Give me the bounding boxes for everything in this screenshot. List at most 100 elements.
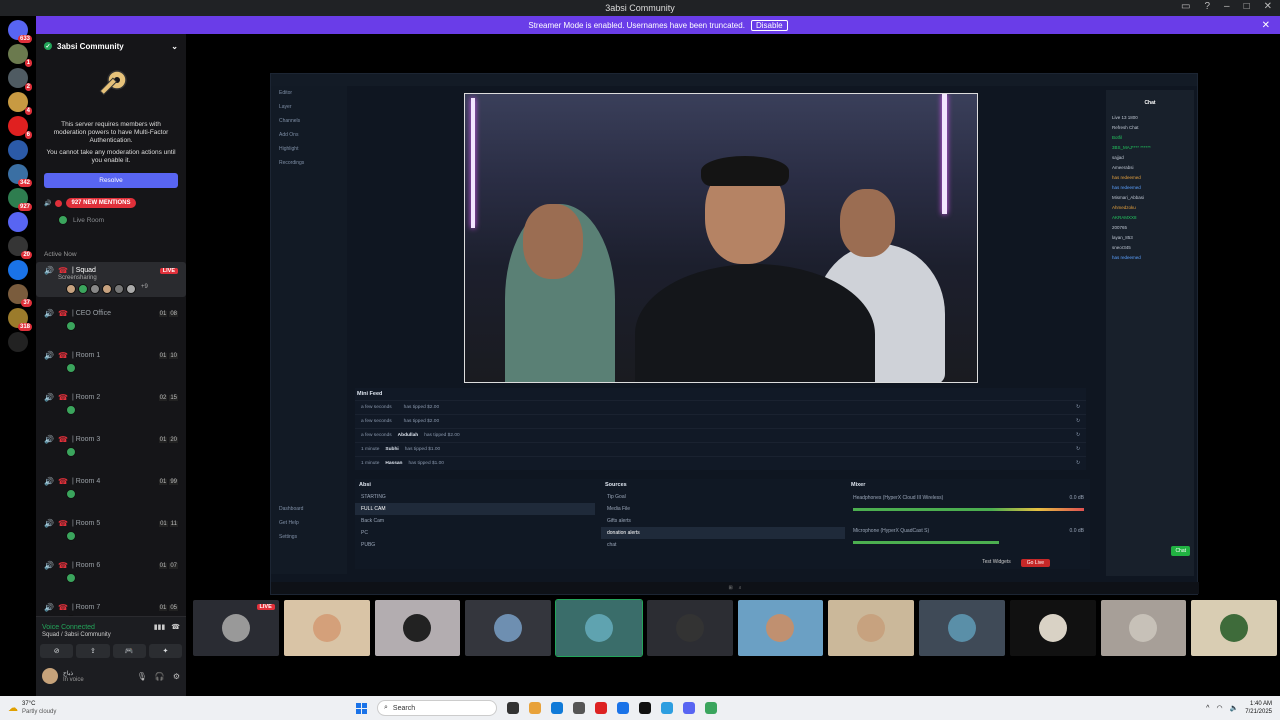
replay-icon[interactable]: ↻ — [1076, 433, 1080, 438]
disconnect-icon[interactable]: ☎ — [171, 623, 180, 631]
scene-item[interactable]: PUBG — [355, 539, 595, 551]
obs-menu-item[interactable]: Channels — [271, 114, 347, 128]
new-mentions-pill[interactable]: 927 NEW MENTIONS — [66, 198, 136, 208]
server-icon[interactable]: 6 — [8, 116, 32, 139]
task-view-icon[interactable] — [507, 702, 519, 714]
discord-icon[interactable] — [683, 702, 695, 714]
obs-menu-item[interactable]: Recordings — [271, 156, 347, 170]
server-icon[interactable]: 342 — [8, 164, 32, 187]
server-icon[interactable]: 37 — [8, 284, 32, 307]
obs-menu-item[interactable]: Add Ons — [271, 128, 347, 142]
source-item[interactable]: donation alerts — [601, 527, 845, 539]
scene-item[interactable]: FULL CAM — [355, 503, 595, 515]
participant-tile[interactable] — [283, 600, 370, 656]
close-window-icon[interactable]: ✕ — [1264, 1, 1272, 12]
source-item[interactable]: chat — [601, 539, 845, 551]
voice-channel[interactable]: 🔊 ☎ | Room 1 01 10 — [36, 347, 186, 376]
clock[interactable]: 1:40 AM 7/21/2025 — [1245, 700, 1272, 716]
replay-icon[interactable]: ↻ — [1076, 405, 1080, 410]
avatar[interactable] — [66, 363, 76, 373]
chat-send-button[interactable]: Chat — [1171, 546, 1190, 556]
avatar[interactable] — [102, 284, 112, 294]
voice-channel[interactable]: 🔊 ☎ | Room 2 02 15 — [36, 389, 186, 418]
taskbar-search[interactable]: ⌕ Search — [377, 700, 497, 716]
activity-button[interactable]: 🎮 — [112, 644, 146, 658]
participant-tile[interactable]: LIVE — [193, 600, 279, 656]
avatar[interactable] — [42, 668, 58, 684]
obs-get-help[interactable]: Get Help — [271, 516, 311, 530]
server-icon[interactable]: 20 — [8, 236, 32, 259]
replay-icon[interactable]: ↻ — [1076, 461, 1080, 466]
avatar[interactable] — [66, 405, 76, 415]
maximize-icon[interactable]: □ — [1244, 1, 1250, 12]
participant-tile[interactable] — [919, 600, 1005, 656]
participant-tile[interactable] — [555, 599, 643, 657]
participant-tile[interactable] — [646, 600, 733, 656]
voice-channel[interactable]: 🔊 ☎ | Room 5 01 11 — [36, 515, 186, 544]
obs-menu-item[interactable]: Editor — [271, 86, 347, 100]
scene-item[interactable]: PC — [355, 527, 595, 539]
replay-icon[interactable]: ↻ — [1076, 447, 1080, 452]
edge-icon[interactable] — [551, 702, 563, 714]
obs-menu-item[interactable]: Highlight — [271, 142, 347, 156]
voice-channel[interactable]: 🔊 ☎ | Room 3 01 20 — [36, 431, 186, 460]
tiktok-icon[interactable] — [639, 702, 651, 714]
server-icon[interactable]: 318 — [8, 308, 32, 331]
soundboard-button[interactable]: ✦ — [148, 644, 182, 658]
avatar[interactable] — [66, 531, 76, 541]
server-icon[interactable] — [8, 260, 28, 280]
replay-icon[interactable]: ↻ — [1076, 419, 1080, 424]
server-icon[interactable]: 2 — [8, 68, 32, 91]
avatar[interactable] — [66, 321, 76, 331]
signal-icon[interactable]: ▮▮▮ — [154, 623, 166, 631]
participant-tile[interactable] — [1100, 600, 1187, 656]
participant-tile[interactable] — [737, 600, 824, 656]
source-item[interactable]: Media File — [601, 503, 845, 515]
obs-settings[interactable]: Settings — [271, 530, 311, 544]
headphones-icon[interactable]: 🎧 — [155, 672, 165, 681]
close-banner-icon[interactable]: ✕ — [1262, 20, 1270, 31]
go-live-button[interactable]: Go Live — [1020, 559, 1050, 567]
participant-tile[interactable] — [828, 600, 914, 656]
chevron-down-icon[interactable]: ⌄ — [171, 42, 178, 51]
avatar[interactable] — [66, 489, 76, 499]
server-icon[interactable] — [8, 332, 28, 352]
voice-channel[interactable]: 🔊 ☎ | CEO Office 01 08 — [36, 305, 186, 334]
gear-icon[interactable]: ⚙ — [173, 672, 180, 681]
avatar[interactable] — [66, 447, 76, 457]
source-item[interactable]: Gifts alerts — [601, 515, 845, 527]
disable-streamer-mode-button[interactable]: Disable — [750, 19, 788, 31]
help-icon[interactable]: ? — [1204, 1, 1210, 12]
screenshare-button[interactable]: ⇪ — [76, 644, 110, 658]
server-icon[interactable] — [8, 212, 28, 232]
file-explorer-icon[interactable] — [529, 702, 541, 714]
weather-widget[interactable]: ☁ 37°C Partly cloudy — [0, 700, 180, 716]
participant-tile[interactable] — [465, 600, 551, 656]
avatar[interactable] — [66, 284, 76, 294]
app-icon[interactable] — [705, 702, 717, 714]
scene-item[interactable]: Back Cam — [355, 515, 595, 527]
start-icon[interactable] — [356, 702, 367, 714]
volume-meter[interactable] — [853, 541, 999, 544]
avatar[interactable] — [114, 284, 124, 294]
chrome-icon[interactable] — [661, 702, 673, 714]
server-icon[interactable]: 633 — [8, 20, 32, 43]
avatar[interactable] — [78, 284, 88, 294]
voice-channel[interactable]: 🔊 ☎ | Squad LIVE Screensharing +9 — [36, 262, 186, 297]
server-icon[interactable]: 1 — [8, 44, 32, 67]
live-room-channel[interactable]: Live Room — [36, 208, 186, 225]
server-icon[interactable]: 4 — [8, 92, 32, 115]
chevron-up-icon[interactable]: ^ — [1206, 705, 1209, 712]
app-icon[interactable] — [617, 702, 629, 714]
obs-dashboard[interactable]: Dashboard — [271, 502, 311, 516]
participant-tile[interactable] — [1009, 600, 1096, 656]
participant-tile[interactable] — [374, 600, 461, 656]
minimize-icon[interactable]: – — [1224, 1, 1230, 12]
server-icon[interactable] — [8, 140, 28, 160]
voice-channel[interactable]: 🔊 ☎ | Room 4 01 99 — [36, 473, 186, 502]
wifi-icon[interactable]: ◠ — [1216, 704, 1222, 712]
app-icon[interactable] — [573, 702, 585, 714]
camera-off-button[interactable]: ⊘ — [40, 644, 74, 658]
inbox-icon[interactable]: ▭ — [1181, 1, 1190, 12]
test-widgets-button[interactable]: Test Widgets — [982, 559, 1011, 567]
